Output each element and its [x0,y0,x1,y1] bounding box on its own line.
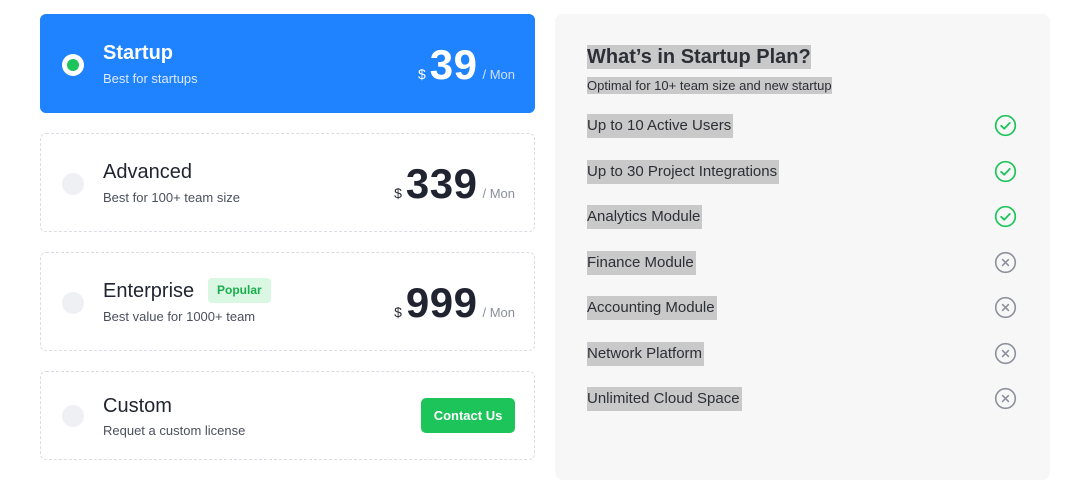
plan-description: Best for 100+ team size [103,190,240,205]
feature-label: Finance Module [587,251,696,275]
radio-unselected-icon[interactable] [62,173,84,195]
feature-label: Up to 30 Project Integrations [587,160,780,184]
radio-selected-icon[interactable] [62,54,84,76]
plan-name: Enterprise [103,280,195,302]
plan-name: Startup [103,42,173,64]
plan-price: $ 339 / Mon [394,160,515,210]
check-circle-icon [994,114,1017,137]
radio-unselected-icon[interactable] [62,405,84,427]
price-amount: 999 [405,279,478,326]
check-circle-icon [994,205,1017,228]
price-period: / Mon [482,305,515,320]
price-amount: 39 [429,41,478,88]
popular-badge: Popular [208,278,271,303]
radio-dot [67,59,79,71]
x-circle-icon [994,296,1017,319]
price-period: / Mon [482,186,515,201]
price-period: / Mon [482,67,515,82]
feature-item: Up to 10 Active Users [587,114,1017,138]
plan-option-enterprise[interactable]: Enterprise Popular Best value for 1000+ … [40,252,535,351]
plan-description: Best for startups [103,71,198,86]
plan-name: Custom [103,395,172,417]
feature-label: Unlimited Cloud Space [587,387,742,411]
price-currency: $ [394,304,402,320]
feature-item: Network Platform [587,342,1017,366]
feature-item: Accounting Module [587,296,1017,320]
x-circle-icon [994,342,1017,365]
feature-item: Up to 30 Project Integrations [587,160,1017,184]
plan-price: $ 999 / Mon [394,279,515,329]
plan-description: Best value for 1000+ team [103,309,256,324]
x-circle-icon [994,387,1017,410]
feature-item: Finance Module [587,251,1017,275]
plan-description: Requet a custom license [103,423,246,438]
plan-option-startup[interactable]: Startup Best for startups $ 39 / Mon [40,14,535,113]
details-title: What’s in Startup Plan? [587,45,811,69]
feature-label: Network Platform [587,342,705,366]
price-currency: $ [417,66,426,82]
radio-unselected-icon[interactable] [62,292,84,314]
price-amount: 339 [405,160,478,207]
check-circle-icon [994,160,1017,183]
feature-label: Accounting Module [587,296,717,320]
plan-details-panel: What’s in Startup Plan? Optimal for 10+ … [555,14,1050,480]
plan-option-custom[interactable]: Custom Requet a custom license Contact U… [40,371,535,460]
feature-label: Up to 10 Active Users [587,114,734,138]
feature-item: Unlimited Cloud Space [587,387,1017,411]
feature-item: Analytics Module [587,205,1017,229]
feature-label: Analytics Module [587,205,703,229]
plan-option-advanced[interactable]: Advanced Best for 100+ team size $ 339 /… [40,133,535,232]
plan-name: Advanced [103,161,192,183]
details-subtitle: Optimal for 10+ team size and new startu… [587,77,832,94]
x-circle-icon [994,251,1017,274]
contact-us-button[interactable]: Contact Us [421,398,515,433]
price-currency: $ [394,185,402,201]
plan-price: $ 39 / Mon [418,41,515,91]
